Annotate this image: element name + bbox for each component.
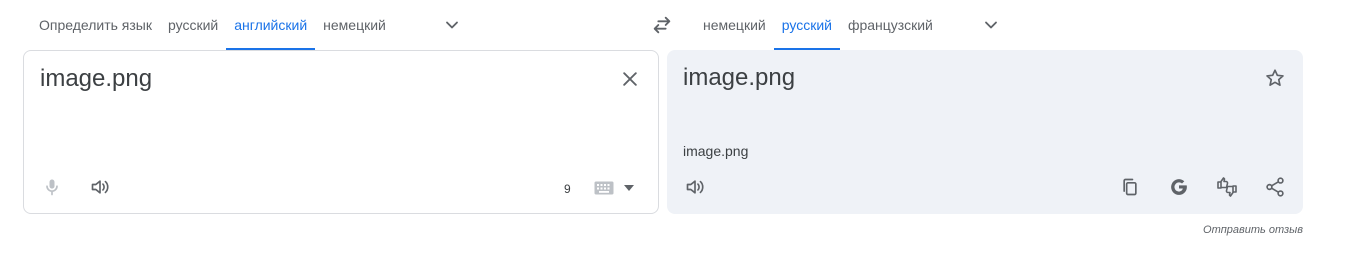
source-language-tabs: Определить язык русский английский немец… <box>31 0 394 50</box>
send-feedback-link[interactable]: Отправить отзыв <box>1203 224 1303 236</box>
share-translation-button[interactable] <box>1257 169 1293 205</box>
star-icon <box>1266 69 1284 86</box>
rate-translation-button[interactable] <box>1209 169 1245 205</box>
listen-translation-button[interactable] <box>677 169 713 205</box>
chevron-down-icon <box>446 21 458 29</box>
share-icon <box>1266 177 1284 197</box>
keyboard-icon <box>594 181 614 195</box>
feedback-thumbs-icon <box>1217 177 1237 197</box>
voice-input-button[interactable] <box>34 169 70 205</box>
tab-target-russian[interactable]: русский <box>773 0 841 50</box>
translation-transliteration: image.png <box>683 143 749 159</box>
tab-source-german[interactable]: немецкий <box>315 0 394 50</box>
caret-down-icon <box>624 185 634 191</box>
translation-panel: image.png image.png <box>667 50 1303 214</box>
google-icon <box>1171 179 1187 195</box>
character-count: 9 <box>564 182 571 196</box>
source-text-input[interactable]: image.png <box>40 65 152 93</box>
tab-detect-language[interactable]: Определить язык <box>31 0 160 50</box>
tab-target-french[interactable]: французский <box>840 0 941 50</box>
tab-source-russian[interactable]: русский <box>160 0 226 50</box>
tab-source-english[interactable]: английский <box>226 0 316 50</box>
copy-icon <box>1123 178 1137 196</box>
microphone-icon <box>46 179 58 196</box>
chevron-down-icon <box>985 21 997 29</box>
speaker-icon <box>91 180 109 194</box>
source-text-panel: image.png 9 <box>23 50 659 214</box>
save-translation-button[interactable] <box>1257 60 1293 96</box>
clear-source-button[interactable] <box>612 61 648 97</box>
translation-text: image.png <box>683 64 796 91</box>
close-icon <box>623 72 637 86</box>
input-tools-button[interactable] <box>585 171 623 205</box>
copy-translation-button[interactable] <box>1112 169 1148 205</box>
source-more-languages-button[interactable] <box>436 9 468 41</box>
swap-arrows-icon <box>653 16 671 34</box>
target-language-tabs: немецкий русский французский <box>695 0 941 50</box>
listen-source-button[interactable] <box>82 169 118 205</box>
swap-languages-button[interactable] <box>646 9 678 41</box>
tab-target-german[interactable]: немецкий <box>695 0 774 50</box>
target-more-languages-button[interactable] <box>975 9 1007 41</box>
input-tools-menu-button[interactable] <box>620 173 638 203</box>
speaker-icon <box>686 180 704 194</box>
search-google-button[interactable] <box>1161 169 1197 205</box>
